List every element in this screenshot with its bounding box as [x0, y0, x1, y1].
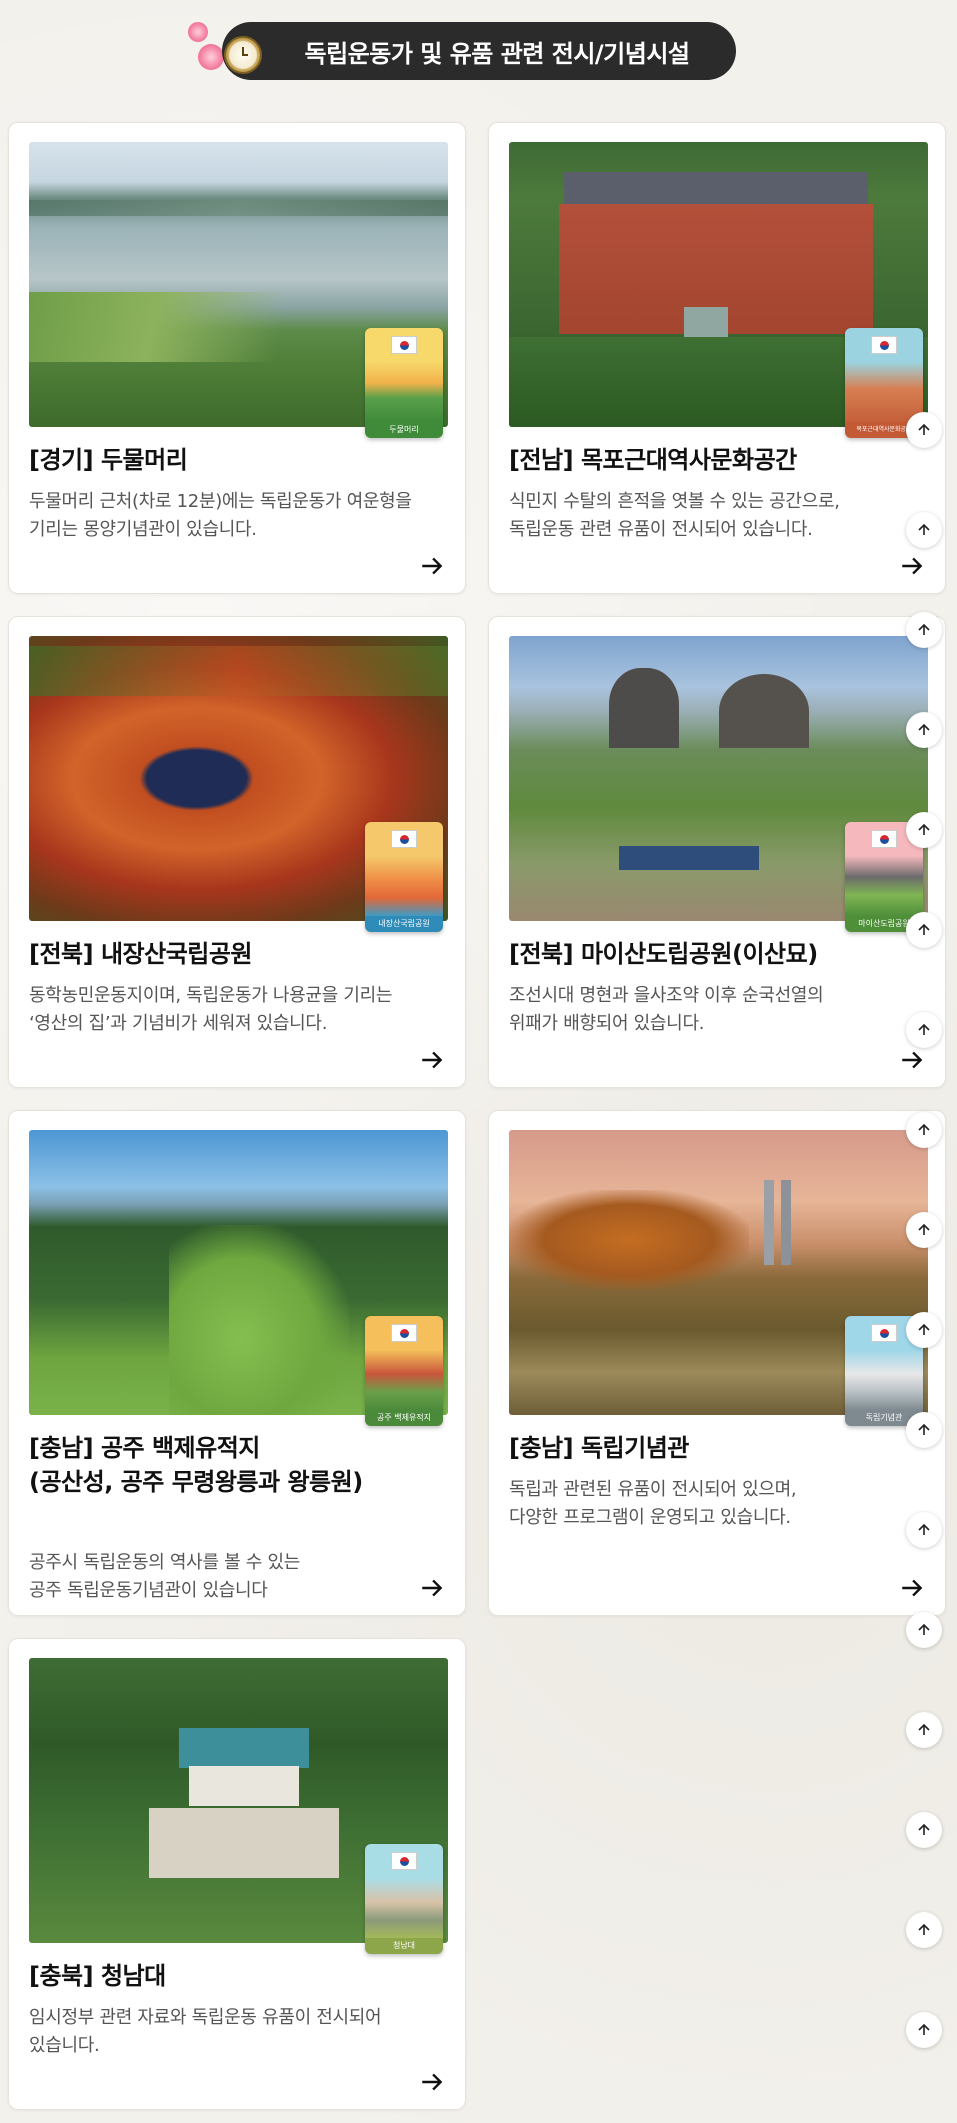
facility-card-maisan[interactable]: 마이산도립공원 [전북] 마이산도립공원(이산묘) 조선시대 명현과 을사조약 …: [488, 616, 946, 1088]
arrow-up-icon: [918, 523, 930, 535]
arrow-right-icon[interactable]: [897, 1573, 927, 1603]
arrow-up-icon: [918, 623, 930, 635]
arrow-up-icon: [918, 1323, 930, 1335]
card-title: [전북] 내장산국립공원: [29, 940, 253, 968]
scroll-top-button[interactable]: [906, 1212, 942, 1248]
arrow-up-icon: [918, 2023, 930, 2035]
arrow-up-icon: [918, 1623, 930, 1635]
korean-flag-icon: [871, 830, 897, 848]
section-header: 독립운동가 및 유품 관련 전시/기념시설: [222, 22, 736, 80]
card-title: [전북] 마이산도립공원(이산묘): [509, 940, 818, 968]
badge-label: 두물머리: [365, 422, 443, 438]
arrow-up-icon: [918, 1223, 930, 1235]
arrow-right-icon[interactable]: [897, 1045, 927, 1075]
arrow-up-icon: [918, 1423, 930, 1435]
card-title: [충남] 공주 백제유적지 (공산성, 공주 무령왕릉과 왕릉원): [29, 1434, 363, 1496]
scroll-top-button[interactable]: [906, 1712, 942, 1748]
arrow-right-icon[interactable]: [897, 551, 927, 581]
scroll-top-button[interactable]: [906, 812, 942, 848]
facility-card-naejangsan[interactable]: 내장산국립공원 [전북] 내장산국립공원 동학농민운동지이며, 독립운동가 나용…: [8, 616, 466, 1088]
scroll-top-button[interactable]: [906, 1012, 942, 1048]
cherry-blossom-icon: [198, 44, 224, 70]
card-description: 식민지 수탈의 흔적을 엿볼 수 있는 공간으로, 독립운동 관련 유품이 전시되…: [509, 491, 840, 540]
scroll-top-button[interactable]: [906, 1112, 942, 1148]
card-description: 동학농민운동지이며, 독립운동가 나용균을 기리는 ‘영산의 집’과 기념비가 세…: [29, 985, 393, 1034]
scroll-top-button[interactable]: [906, 512, 942, 548]
badge-label: 공주 백제유적지: [365, 1410, 443, 1426]
arrow-up-icon: [918, 1023, 930, 1035]
korean-flag-icon: [391, 1324, 417, 1342]
arrow-up-icon: [918, 1723, 930, 1735]
place-badge: 공주 백제유적지: [365, 1316, 443, 1426]
card-description: 두물머리 근처(차로 12분)에는 독립운동가 여운형을 기리는 몽양기념관이 있…: [29, 491, 412, 540]
card-title: [충북] 청남대: [29, 1962, 166, 1990]
scroll-top-button[interactable]: [906, 2012, 942, 2048]
arrow-right-icon[interactable]: [417, 551, 447, 581]
pocket-watch-icon: [224, 36, 262, 74]
page-title: 독립운동가 및 유품 관련 전시/기념시설: [304, 39, 690, 68]
arrow-up-icon: [918, 423, 930, 435]
card-title: [전남] 목포근대역사문화공간: [509, 446, 797, 474]
place-badge: 청남대: [365, 1844, 443, 1954]
card-description: 조선시대 명현과 을사조약 이후 순국선열의 위패가 배향되어 있습니다.: [509, 985, 824, 1034]
arrow-up-icon: [918, 823, 930, 835]
arrow-up-icon: [918, 723, 930, 735]
card-title: [경기] 두물머리: [29, 446, 188, 474]
arrow-up-icon: [918, 1823, 930, 1835]
facility-card-mokpo[interactable]: 목포근대역사문화공간 [전남] 목포근대역사문화공간 식민지 수탈의 흔적을 엿…: [488, 122, 946, 594]
facility-card-gongju[interactable]: 공주 백제유적지 [충남] 공주 백제유적지 (공산성, 공주 무령왕릉과 왕릉원…: [8, 1110, 466, 1616]
arrow-right-icon[interactable]: [417, 1573, 447, 1603]
scroll-top-button[interactable]: [906, 1812, 942, 1848]
scroll-top-button[interactable]: [906, 1512, 942, 1548]
scroll-top-button[interactable]: [906, 1912, 942, 1948]
arrow-up-icon: [918, 1123, 930, 1135]
korean-flag-icon: [871, 1324, 897, 1342]
card-description: 독립과 관련된 유품이 전시되어 있으며, 다양한 프로그램이 운영되고 있습니다…: [509, 1479, 797, 1528]
arrow-right-icon[interactable]: [417, 1045, 447, 1075]
facility-card-dumulmeori[interactable]: 두물머리 [경기] 두물머리 두물머리 근처(차로 12분)에는 독립운동가 여…: [8, 122, 466, 594]
scroll-top-button[interactable]: [906, 612, 942, 648]
scroll-top-button[interactable]: [906, 712, 942, 748]
scroll-top-button[interactable]: [906, 1312, 942, 1348]
card-description: 공주시 독립운동의 역사를 볼 수 있는 공주 독립운동기념관이 있습니다: [29, 1552, 301, 1601]
korean-flag-icon: [391, 1852, 417, 1870]
korean-flag-icon: [871, 336, 897, 354]
place-badge: 내장산국립공원: [365, 822, 443, 932]
place-badge: 두물머리: [365, 328, 443, 438]
card-description: 임시정부 관련 자료와 독립운동 유품이 전시되어 있습니다.: [29, 2007, 382, 2056]
card-title: [충남] 독립기념관: [509, 1434, 689, 1462]
badge-label: 내장산국립공원: [365, 916, 443, 932]
korean-flag-icon: [391, 336, 417, 354]
arrow-up-icon: [918, 923, 930, 935]
korean-flag-icon: [391, 830, 417, 848]
scroll-top-button[interactable]: [906, 1612, 942, 1648]
arrow-up-icon: [918, 1923, 930, 1935]
scroll-top-button[interactable]: [906, 412, 942, 448]
cherry-blossom-icon: [188, 22, 208, 42]
scroll-top-button[interactable]: [906, 912, 942, 948]
scroll-top-button[interactable]: [906, 1412, 942, 1448]
facility-card-independence-hall[interactable]: 독립기념관 [충남] 독립기념관 독립과 관련된 유품이 전시되어 있으며, 다양…: [488, 1110, 946, 1616]
facility-card-cheongnamdae[interactable]: 청남대 [충북] 청남대 임시정부 관련 자료와 독립운동 유품이 전시되어 있습…: [8, 1638, 466, 2110]
arrow-up-icon: [918, 1523, 930, 1535]
arrow-right-icon[interactable]: [417, 2067, 447, 2097]
badge-label: 청남대: [365, 1938, 443, 1954]
